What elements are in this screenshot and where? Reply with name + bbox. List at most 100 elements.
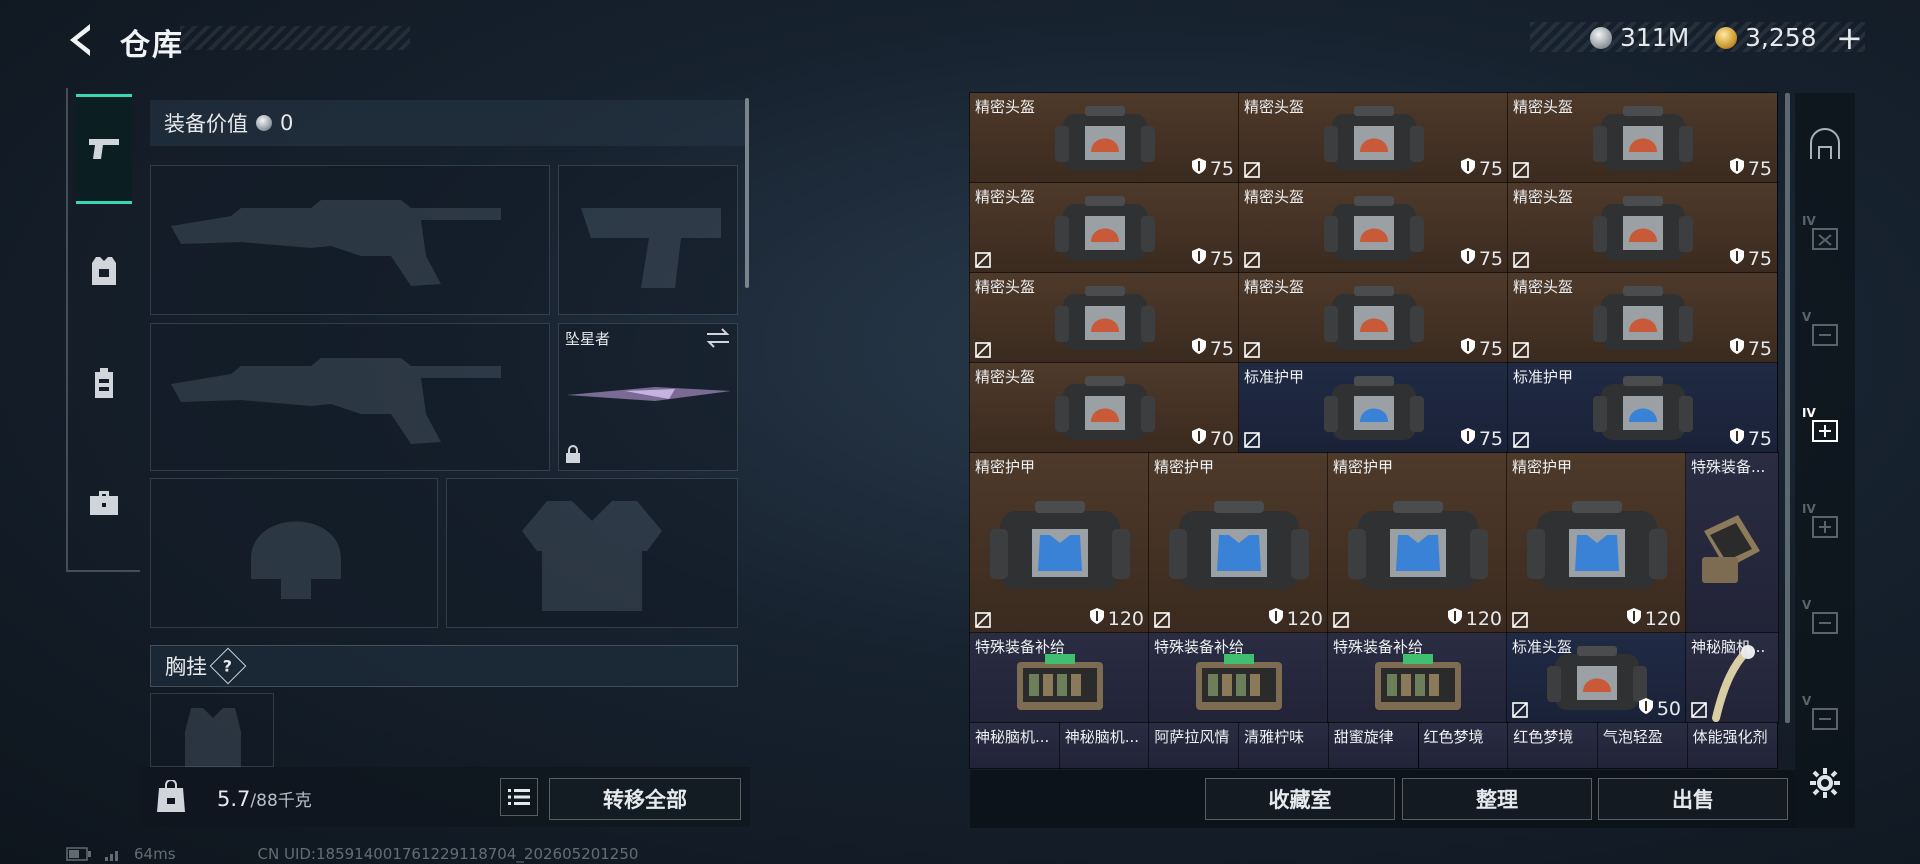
item-name: 精密头盔: [1244, 278, 1305, 296]
left-panel-scrollbar[interactable]: [745, 98, 749, 288]
secondary-weapon-slot[interactable]: [558, 165, 738, 315]
armor-icon: [92, 257, 116, 285]
helmet-slot[interactable]: [150, 478, 438, 628]
tab-backpack[interactable]: [76, 328, 132, 438]
primary-weapon-slot-2[interactable]: [150, 323, 550, 471]
shield-icon: [1460, 157, 1476, 180]
tab-weapons[interactable]: [76, 94, 132, 204]
silver-amount: 311M: [1620, 23, 1690, 52]
shield-icon: [1729, 247, 1745, 270]
tier-label: V: [1802, 310, 1812, 324]
category-tier-5-b[interactable]: V: [1800, 596, 1850, 646]
durability-readout: 75: [1729, 157, 1772, 180]
grid-scrollbar[interactable]: [1785, 93, 1790, 723]
item-name: 清雅柠味: [1244, 728, 1305, 746]
equipment-value-label: 装备价值: [164, 112, 248, 136]
inventory-item[interactable]: 精密护甲 120: [1327, 452, 1508, 634]
durability-value: 75: [1478, 427, 1503, 450]
inventory-item[interactable]: 精密头盔 75: [969, 272, 1240, 364]
category-tier-4-c[interactable]: IV: [1800, 500, 1850, 550]
inventory-item[interactable]: 红色梦境: [1507, 722, 1599, 769]
inventory-item[interactable]: 精密护甲 120: [969, 452, 1150, 634]
pistol-icon: [89, 139, 119, 159]
category-tier-4-b[interactable]: IV: [1800, 404, 1850, 454]
tier-label: V: [1802, 598, 1812, 612]
category-tier-4-a[interactable]: IV: [1800, 212, 1850, 262]
inventory-item[interactable]: 清雅柠味: [1238, 722, 1330, 769]
inventory-item[interactable]: 神秘脑机...: [1685, 632, 1779, 724]
category-tier-5-a[interactable]: V: [1800, 308, 1850, 358]
inventory-item[interactable]: 气泡轻盈: [1596, 722, 1689, 769]
backpack-icon: [95, 368, 113, 398]
category-tier-5-c[interactable]: V: [1800, 692, 1850, 742]
inventory-item[interactable]: 特殊装备补给: [969, 632, 1150, 724]
category-all[interactable]: [1800, 120, 1850, 170]
inventory-item[interactable]: 精密护甲 120: [1148, 452, 1329, 634]
inventory-item[interactable]: 精密护甲 120: [1506, 452, 1687, 634]
inventory-item[interactable]: 甜蜜旋律: [1327, 722, 1420, 769]
inventory-item[interactable]: 精密头盔 75: [1238, 182, 1509, 274]
durability-value: 75: [1478, 247, 1503, 270]
durability-readout: 70: [1191, 427, 1234, 450]
add-currency-button[interactable]: +: [1836, 19, 1863, 57]
inventory-item[interactable]: 特殊装备补给: [1327, 632, 1508, 724]
sort-button[interactable]: 整理: [1402, 778, 1592, 820]
durability-readout: 75: [1729, 247, 1772, 270]
shield-icon: [1191, 247, 1207, 270]
armor-slot[interactable]: [446, 478, 738, 628]
list-view-button[interactable]: [500, 778, 538, 816]
collection-room-button[interactable]: 收藏室: [1205, 778, 1395, 820]
shield-icon: [1191, 427, 1207, 450]
tab-armor[interactable]: [76, 216, 132, 326]
inventory-item[interactable]: 精密头盔 75: [1238, 92, 1509, 184]
inventory-item[interactable]: 特殊装备补给: [1148, 632, 1329, 724]
transfer-all-button[interactable]: 转移全部: [549, 778, 741, 820]
vest-slot[interactable]: [150, 693, 274, 768]
inventory-item[interactable]: 标准护甲 75: [1507, 362, 1778, 454]
inventory-item[interactable]: 阿萨拉风情: [1148, 722, 1241, 769]
primary-weapon-slot[interactable]: [150, 165, 550, 315]
durability-readout: 120: [1089, 607, 1144, 630]
durability-readout: 75: [1191, 337, 1234, 360]
side-tab-column: [66, 88, 140, 572]
durability-value: 120: [1644, 607, 1681, 630]
swap-icon[interactable]: [705, 328, 731, 348]
tier-label: V: [1802, 694, 1812, 708]
durability-value: 70: [1209, 427, 1234, 450]
shield-icon: [1089, 607, 1105, 630]
knife-image: [567, 387, 731, 401]
inventory-item[interactable]: 精密头盔 75: [1238, 272, 1509, 364]
inventory-item[interactable]: 精密头盔 75: [1507, 272, 1778, 364]
item-name: 体能强化剂: [1692, 728, 1768, 746]
shield-icon: [1191, 337, 1207, 360]
item-name: 精密头盔: [975, 368, 1036, 386]
inventory-item[interactable]: 神秘脑机...: [969, 722, 1061, 769]
inventory-item[interactable]: 神秘脑机...: [1058, 722, 1151, 769]
item-name: 红色梦境: [1513, 728, 1574, 746]
inventory-item[interactable]: 标准护甲 75: [1238, 362, 1509, 454]
inventory-item[interactable]: 红色梦境: [1417, 722, 1510, 769]
melee-weapon-slot[interactable]: 坠星者: [558, 323, 738, 471]
tab-toolbox[interactable]: [76, 448, 132, 558]
toolbox-icon: [90, 491, 118, 515]
title-stripe: [180, 26, 410, 50]
inventory-item[interactable]: 精密头盔 70: [969, 362, 1240, 454]
sell-button[interactable]: 出售: [1598, 778, 1788, 820]
settings-button[interactable]: [1800, 758, 1850, 808]
durability-value: 75: [1209, 337, 1234, 360]
durability-readout: 75: [1191, 157, 1234, 180]
durability-value: 75: [1478, 157, 1503, 180]
inventory-item[interactable]: 体能强化剂: [1686, 722, 1779, 769]
shield-icon: [1626, 607, 1642, 630]
inventory-item[interactable]: 精密头盔 75: [1507, 92, 1778, 184]
item-name: 精密头盔: [1513, 98, 1574, 116]
inventory-item[interactable]: 特殊装备...: [1685, 452, 1779, 634]
inventory-item[interactable]: 精密头盔 75: [969, 92, 1240, 184]
ping-readout: 64ms: [134, 845, 176, 863]
inventory-item[interactable]: 标准头盔 50: [1506, 632, 1687, 724]
inventory-item[interactable]: 精密头盔 75: [1507, 182, 1778, 274]
inventory-item[interactable]: 精密头盔 75: [969, 182, 1240, 274]
all-items-icon: [1810, 128, 1840, 159]
back-arrow-icon[interactable]: [62, 20, 102, 60]
help-icon[interactable]: ?: [209, 647, 247, 685]
